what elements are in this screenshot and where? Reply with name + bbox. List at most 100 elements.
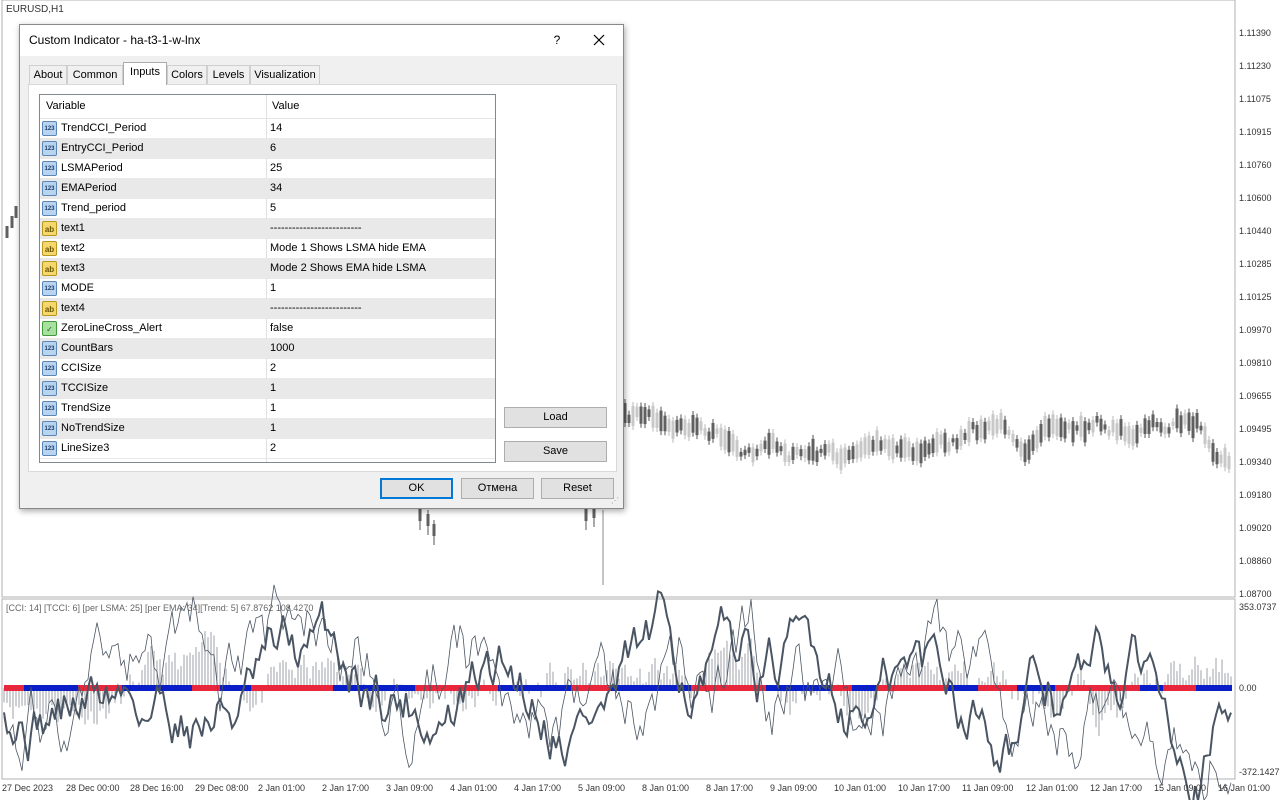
- grid-row[interactable]: ✓ ZeroLineCross_Alert false: [40, 319, 495, 339]
- dialog-title: Custom Indicator - ha-t3-1-w-lnx: [29, 33, 201, 47]
- variable-value[interactable]: 1: [270, 282, 276, 294]
- candle-body: [1211, 443, 1215, 462]
- candle-body: [951, 438, 955, 443]
- candle-body: [935, 432, 939, 453]
- grid-row[interactable]: 123 CCISize 2: [40, 359, 495, 379]
- string-type-icon: ab: [42, 261, 57, 276]
- variable-value[interactable]: 2: [270, 362, 276, 374]
- variable-value[interactable]: 14: [270, 122, 282, 134]
- grid-row[interactable]: 123 EntryCCI_Period 6: [40, 139, 495, 159]
- candle-body: [711, 422, 715, 439]
- variable-value[interactable]: 1: [270, 422, 276, 434]
- variable-value[interactable]: Mode 1 Shows LSMA hide EMA: [270, 242, 426, 254]
- integer-type-icon: 123: [42, 121, 57, 136]
- variable-name: LSMAPeriod: [61, 162, 123, 174]
- column-value-header[interactable]: Value: [272, 100, 299, 112]
- tab-inputs[interactable]: Inputs: [123, 62, 167, 85]
- tab-visualization[interactable]: Visualization: [250, 65, 320, 85]
- ok-button[interactable]: OK: [380, 478, 453, 499]
- grid-row[interactable]: 123 MODE 1: [40, 279, 495, 299]
- candle-body: [747, 447, 751, 453]
- candle-body: [795, 447, 799, 455]
- candle-body: [839, 448, 843, 470]
- tab-about[interactable]: About: [29, 65, 67, 85]
- candle-body: [731, 433, 735, 452]
- time-tick-label: 10 Jan 17:00: [898, 783, 951, 793]
- variable-name: CountBars: [61, 342, 113, 354]
- candle-body: [1143, 418, 1147, 435]
- tab-colors[interactable]: Colors: [167, 65, 207, 85]
- grid-row[interactable]: ab text2 Mode 1 Shows LSMA hide EMA: [40, 239, 495, 259]
- time-tick-label: 11 Jan 09:00: [962, 783, 1014, 793]
- grid-row[interactable]: ab text4 -------------------------: [40, 299, 495, 319]
- variable-value[interactable]: 2: [270, 442, 276, 454]
- variable-name: text4: [61, 302, 85, 314]
- candle-body: [1107, 430, 1111, 436]
- price-tick-label: 1.08700: [1239, 589, 1272, 599]
- variable-value[interactable]: 25: [270, 162, 282, 174]
- candle-body: [783, 443, 787, 462]
- integer-type-icon: 123: [42, 341, 57, 356]
- trend-bar-segment: [192, 685, 220, 691]
- candle-body: [14, 206, 18, 218]
- variable-name: text2: [61, 242, 85, 254]
- grid-row[interactable]: 123 LineSize3 2: [40, 439, 495, 459]
- candle-body: [807, 446, 811, 461]
- candle-body: [931, 438, 935, 454]
- variable-value[interactable]: 1000: [270, 342, 294, 354]
- cancel-button[interactable]: Отмена: [461, 478, 534, 499]
- candle-body: [1191, 416, 1195, 439]
- grid-row[interactable]: 123 Trend_period 5: [40, 199, 495, 219]
- candle-body: [995, 418, 999, 434]
- variable-value[interactable]: Mode 2 Shows EMA hide LSMA: [270, 262, 426, 274]
- variable-name: Trend_period: [61, 202, 127, 214]
- grid-row[interactable]: 123 CountBars 1000: [40, 339, 495, 359]
- variable-value[interactable]: 1: [270, 402, 276, 414]
- variable-name: NoTrendSize: [61, 422, 125, 434]
- help-button[interactable]: ?: [547, 30, 567, 50]
- grid-row[interactable]: 123 TrendCCI_Period 14: [40, 119, 495, 139]
- variable-value[interactable]: 34: [270, 182, 282, 194]
- variable-value[interactable]: 6: [270, 142, 276, 154]
- variable-value[interactable]: 1: [270, 382, 276, 394]
- time-tick-label: 15 Jan 09:00: [1154, 783, 1207, 793]
- grid-row[interactable]: ab text3 Mode 2 Shows EMA hide LSMA: [40, 259, 495, 279]
- grid-row[interactable]: 123 LSMAPeriod 25: [40, 159, 495, 179]
- grid-row[interactable]: ab text1 -------------------------: [40, 219, 495, 239]
- price-tick-label: 1.10760: [1239, 160, 1272, 170]
- close-button[interactable]: [587, 28, 611, 52]
- variable-name: LineSize3: [61, 442, 110, 454]
- grid-row[interactable]: 123 NoTrendSize 1: [40, 419, 495, 439]
- time-tick-label: 29 Dec 08:00: [195, 783, 249, 793]
- variable-value[interactable]: -------------------------: [270, 222, 362, 234]
- variable-value[interactable]: -------------------------: [270, 302, 362, 314]
- candle-body: [1019, 441, 1023, 457]
- integer-type-icon: 123: [42, 421, 57, 436]
- candle-body: [643, 407, 647, 425]
- column-variable-header[interactable]: Variable: [46, 100, 86, 112]
- grid-row[interactable]: 123 TrendSize 1: [40, 399, 495, 419]
- price-tick-label: 1.09970: [1239, 325, 1272, 335]
- dialog-titlebar[interactable]: Custom Indicator - ha-t3-1-w-lnx ?: [20, 25, 623, 56]
- tab-common[interactable]: Common: [67, 65, 123, 85]
- variable-value[interactable]: 5: [270, 202, 276, 214]
- grid-row[interactable]: 123 TCCISize 1: [40, 379, 495, 399]
- candle-body: [815, 450, 819, 463]
- variable-value[interactable]: false: [270, 322, 293, 334]
- candle-body: [1139, 427, 1143, 433]
- candle-body: [1159, 422, 1163, 433]
- candle-body: [1147, 420, 1151, 434]
- resize-grip-icon[interactable]: ⋰: [611, 496, 621, 506]
- candle-body: [418, 509, 422, 521]
- candle-body: [663, 415, 667, 432]
- reset-button[interactable]: Reset: [541, 478, 614, 499]
- load-button[interactable]: Load: [504, 407, 607, 428]
- candle-body: [1087, 422, 1091, 431]
- price-tick-label: 1.08860: [1239, 556, 1272, 566]
- inputs-grid[interactable]: Variable Value 123 TrendCCI_Period 14 123 En…: [39, 94, 496, 463]
- integer-type-icon: 123: [42, 441, 57, 456]
- save-button[interactable]: Save: [504, 441, 607, 462]
- candle-body: [695, 417, 699, 436]
- grid-row[interactable]: 123 EMAPeriod 34: [40, 179, 495, 199]
- tab-levels[interactable]: Levels: [207, 65, 250, 85]
